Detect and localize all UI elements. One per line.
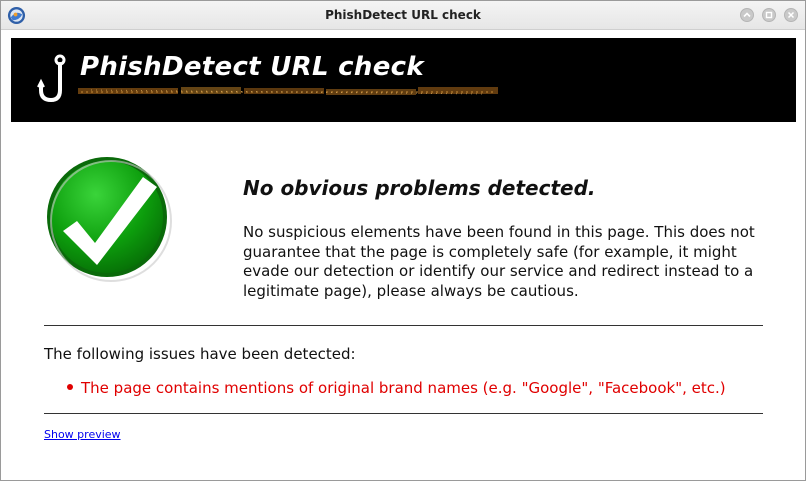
fish-hook-logo-icon: [37, 54, 66, 103]
green-checkmark-icon: [47, 157, 172, 282]
restore-button[interactable]: [762, 8, 776, 22]
header-banner: PhishDetect URL check: [11, 38, 796, 122]
divider: [44, 413, 763, 414]
title-bar[interactable]: PhishDetect URL check: [1, 1, 805, 30]
bullet-icon: [67, 383, 73, 390]
issues-heading: The following issues have been detected:: [44, 345, 356, 363]
result-description: No suspicious elements have been found i…: [243, 223, 755, 300]
close-button[interactable]: [784, 8, 798, 22]
issue-item: The page contains mentions of original b…: [67, 379, 726, 397]
close-icon: [787, 11, 795, 19]
maximize-up-button[interactable]: [740, 8, 754, 22]
banner-title: PhishDetect URL check: [80, 52, 424, 82]
issue-text: The page contains mentions of original b…: [81, 379, 726, 397]
chevron-up-icon: [743, 12, 751, 18]
window-title: PhishDetect URL check: [325, 8, 481, 22]
result-headline: No obvious problems detected.: [243, 176, 596, 200]
divider: [44, 325, 763, 326]
restore-icon: [765, 11, 773, 19]
show-preview-link[interactable]: Show preview: [44, 428, 121, 441]
decorative-noise-strip: [78, 87, 498, 95]
dialog-window: PhishDetect URL check PhishDetect URL ch…: [0, 0, 806, 481]
